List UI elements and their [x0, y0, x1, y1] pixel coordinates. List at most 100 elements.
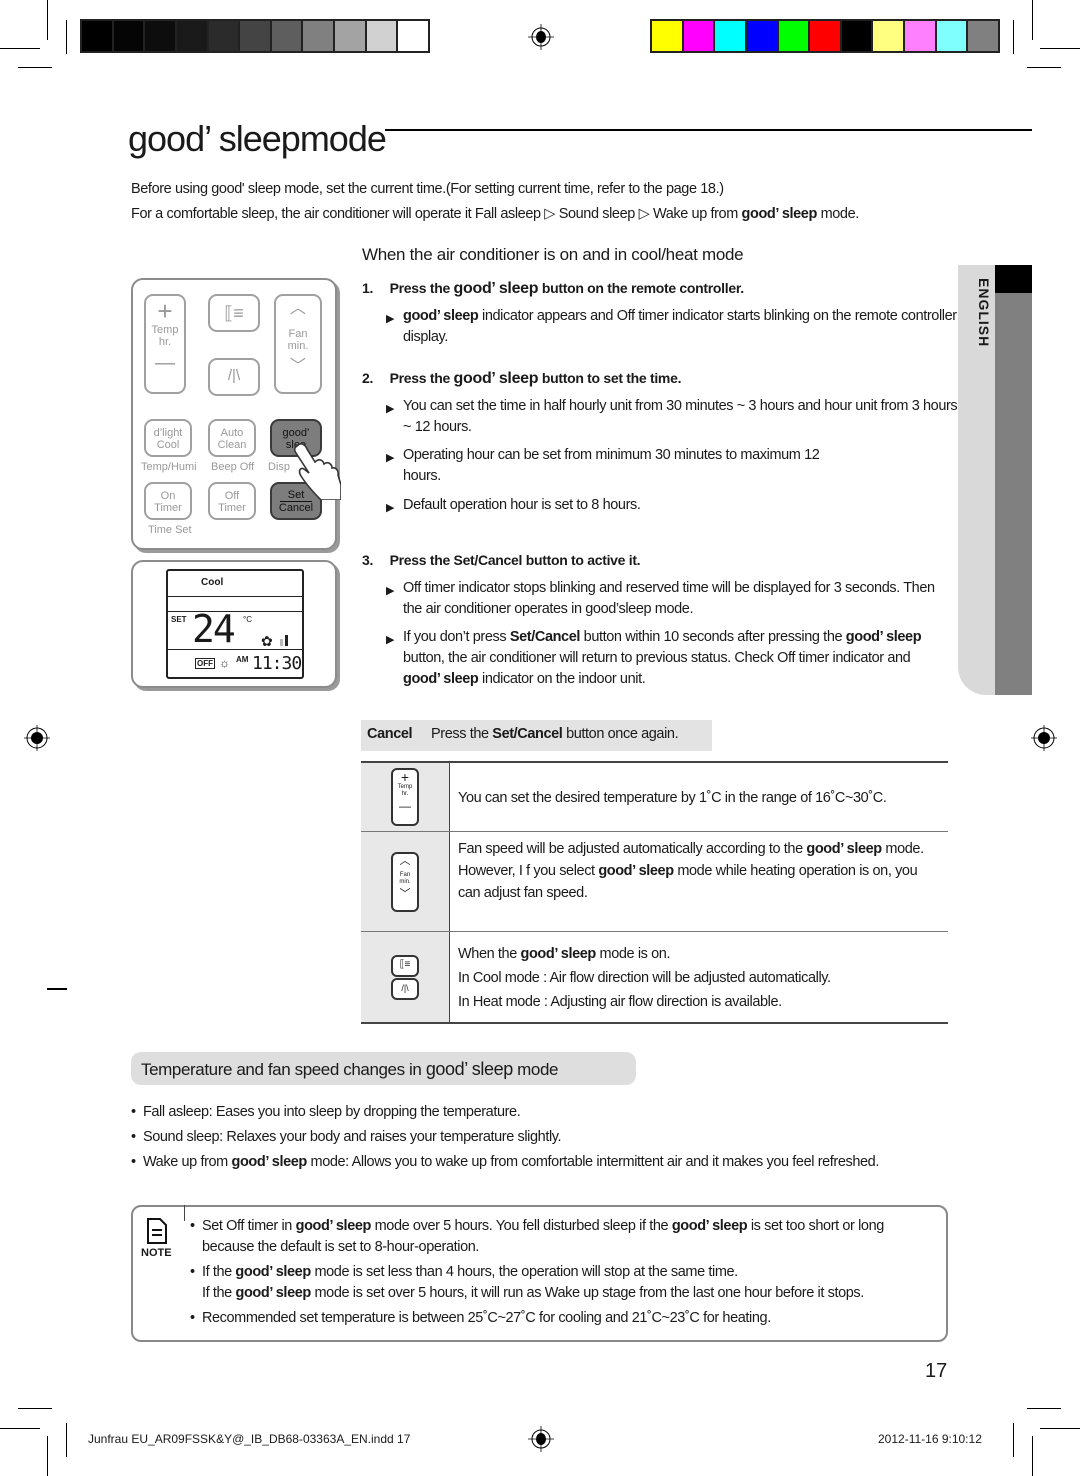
crop-mark	[47, 0, 48, 40]
note-text: because the default is set to 8-hour-ope…	[202, 1239, 480, 1255]
fold-mark	[47, 988, 67, 990]
step-2-bullet: ▶ Operating hour can be set from minimum…	[386, 445, 843, 487]
crop-mark	[66, 20, 67, 54]
crop-mark	[18, 67, 52, 68]
dlight-cool-button[interactable]: d’light Cool	[144, 419, 192, 457]
cell-text: mode is on.	[599, 946, 671, 962]
step-1-bullet: ▶ good’ sleep indicator appears and Off …	[386, 306, 963, 348]
color-swatch	[398, 21, 429, 51]
off-timer-indicator: OFF	[195, 658, 215, 669]
swing-horizontal-icon: /|\	[391, 977, 419, 1000]
display-ampm: AM	[236, 655, 249, 664]
bullet-triangle-icon: ▶	[386, 452, 395, 464]
note-text: If the good’ sleep mode is set over 5 ho…	[202, 1285, 864, 1301]
temp-button[interactable]: + Temp hr. —	[144, 294, 186, 394]
registration-mark-icon	[1031, 725, 1057, 751]
step-number: 2.	[362, 370, 374, 386]
color-swatch	[303, 21, 334, 51]
button-label: d’light	[153, 427, 183, 439]
registration-mark-icon	[24, 725, 50, 751]
color-swatch	[683, 21, 714, 51]
language-tab-label: ENGLISH	[976, 278, 992, 348]
fan-button[interactable]: ︿ Fan min. ﹀	[274, 294, 322, 394]
pressing-hand-icon	[293, 443, 341, 500]
table-row: ⟦≡ /|\ When the good’ sleep mode is on. …	[361, 932, 948, 1024]
crop-mark	[1013, 20, 1014, 54]
note-text: If the	[201, 1264, 232, 1280]
footer-timestamp: 2012-11-16 9:10:12	[878, 1432, 982, 1446]
cancel-text: Press the Set/Cancel button once again.	[431, 726, 679, 742]
swing-vertical-button[interactable]: ⟦≡	[208, 294, 260, 332]
heading-text: Temperature and fan speed changes in	[141, 1060, 422, 1079]
bullet-text: Operating hour can be set from minimum 3…	[403, 447, 820, 484]
note-text: Recommended set temperature is between 2…	[201, 1310, 771, 1326]
language-tab-marker	[995, 265, 1032, 293]
section-heading: Temperature and fan speed changes in goo…	[141, 1059, 558, 1080]
button-label: Clean	[217, 439, 247, 451]
note-icon	[147, 1218, 167, 1244]
plus-icon: +	[400, 769, 410, 785]
color-swatch	[968, 21, 999, 51]
bullet-text: You can set the time in half hourly unit…	[403, 398, 958, 435]
cancel-label: Cancel	[367, 726, 413, 742]
swing-horizontal-button[interactable]: /|\	[208, 358, 260, 396]
brand-good-sleep: good’ sleep	[403, 308, 479, 324]
icon-label: min.	[399, 878, 411, 885]
bullet-text: Off timer indicator stops blinking and r…	[403, 580, 935, 617]
language-tab-bar	[995, 265, 1032, 695]
color-swatch	[145, 21, 175, 51]
plus-icon: +	[157, 296, 173, 326]
on-timer-button[interactable]: On Timer	[144, 482, 192, 520]
brand-good-sleep: good’ sleep	[520, 946, 597, 962]
button-function-table: + Temp hr. — You can set the desired tem…	[361, 761, 948, 1024]
registration-mark-icon	[528, 1426, 554, 1452]
color-swatch	[873, 21, 904, 51]
auto-clean-button[interactable]: Auto Clean	[208, 419, 256, 457]
cell-text: In Heat mode : Adjusting air flow direct…	[458, 994, 782, 1010]
cell-text: Fan speed will be adjusted automatically…	[458, 841, 803, 857]
bullet-triangle-icon: ▶	[386, 502, 395, 514]
brand-good-sleep: good’ sleep	[598, 863, 674, 879]
beep-off-label: Beep Off	[211, 461, 255, 473]
chevron-down-icon: ﹀	[289, 358, 306, 375]
button-label: Cancel	[278, 502, 314, 514]
brand-good-sleep: good’ sleep	[295, 1218, 372, 1234]
off-timer-button[interactable]: Off Timer	[208, 482, 256, 520]
step-text: button on the remote controller.	[541, 280, 744, 296]
crop-mark	[0, 1428, 40, 1429]
bullet-text: Default operation hour is set to 8 hours…	[403, 497, 641, 513]
crop-mark	[1032, 1436, 1033, 1476]
button-label: Timer	[154, 502, 182, 514]
table-cell-text: Fan speed will be adjusted automatically…	[450, 832, 948, 931]
table-row: + Temp hr. — You can set the desired tem…	[361, 761, 948, 832]
swing-horizontal-icon: /|\	[227, 367, 241, 384]
crop-mark	[18, 1408, 52, 1409]
chevron-up-icon: ︿	[289, 300, 306, 317]
set-cancel-label: Set/Cancel	[509, 629, 581, 645]
icon-label: Temp	[397, 784, 413, 790]
chevron-down-icon: ﹀	[399, 887, 411, 900]
cell-text: mode.	[885, 841, 924, 857]
step-2-bullet: ▶ You can set the time in half hourly un…	[386, 396, 963, 438]
airflow-buttons-icon: ⟦≡ /|\	[361, 932, 450, 1022]
intro-line-2: For a comfortable sleep, the air conditi…	[131, 206, 859, 222]
chevron-up-icon: ︿	[399, 854, 411, 867]
note-label: NOTE	[141, 1247, 172, 1259]
bullet-triangle-icon: ▶	[386, 403, 395, 415]
color-swatch	[715, 21, 745, 51]
color-swatch	[841, 21, 872, 51]
brand-good-sleep: good’ sleep	[671, 1218, 748, 1234]
note-text: mode is set less than 4 hours, the opera…	[314, 1264, 738, 1280]
color-swatch	[82, 21, 112, 51]
display-unit: °C	[243, 615, 252, 624]
grayscale-calibration-bar	[80, 19, 430, 53]
intro-text: mode.	[820, 206, 860, 222]
cancel-text-pre: Press the	[431, 726, 489, 742]
list-item-text: Wake up from	[142, 1154, 228, 1170]
section-heading-pill: Temperature and fan speed changes in goo…	[131, 1052, 636, 1085]
crop-mark	[1027, 1408, 1061, 1409]
temp-button-icon: + Temp hr. —	[361, 763, 450, 831]
list-item: • Sound sleep: Relaxes your body and rai…	[131, 1129, 562, 1145]
swing-vertical-icon: ⟦≡	[224, 303, 244, 323]
list-item: • Fall asleep: Eases you into sleep by d…	[131, 1104, 521, 1120]
